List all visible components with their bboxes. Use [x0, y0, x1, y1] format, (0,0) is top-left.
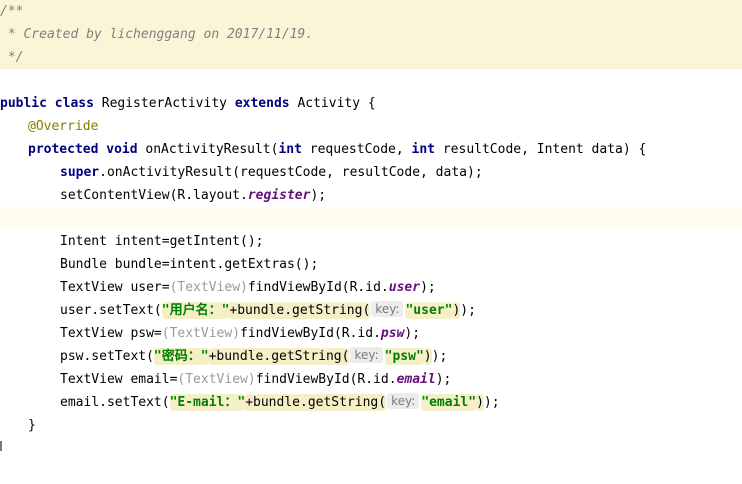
code-token: );	[310, 188, 327, 203]
code-line[interactable]: Bundle bundle=intent.getExtras();	[0, 253, 742, 276]
code-token: Intent intent=getIntent();	[60, 234, 264, 249]
code-line[interactable]: TextView psw=(TextView)findViewById(R.id…	[0, 322, 742, 345]
code-token: findViewById(R.id.	[255, 372, 397, 387]
code-line[interactable]: setContentView(R.layout.register);	[0, 184, 742, 207]
code-line[interactable]: /**	[0, 0, 742, 23]
code-token: email.setText(	[60, 395, 170, 410]
code-line[interactable]: psw.setText("密码："+bundle.getString(key: "…	[0, 345, 742, 368]
code-line[interactable]: * Created by lichenggang on 2017/11/19.	[0, 23, 742, 46]
code-token: TextView psw=	[60, 326, 162, 341]
parameter-hint: key:	[387, 393, 420, 409]
code-token: );	[460, 303, 476, 318]
code-token: }	[28, 418, 36, 433]
code-token: int	[278, 142, 310, 157]
code-token: (TextView)	[177, 372, 256, 387]
code-token: * Created by lichenggang on 2017/11/19.	[0, 27, 314, 42]
code-token: user.setText(	[60, 303, 162, 318]
code-token: /**	[0, 4, 24, 19]
code-token: email	[396, 372, 436, 387]
code-token: )	[476, 394, 484, 411]
code-token: extends	[234, 96, 298, 111]
code-token: TextView email=	[60, 372, 178, 387]
code-line[interactable]: email.setText("E-mail："+bundle.getString…	[0, 391, 742, 414]
code-token: register	[247, 188, 311, 203]
code-token: protected void	[28, 142, 146, 157]
code-token: psw	[380, 326, 405, 341]
code-token: Bundle bundle=intent.getExtras();	[60, 257, 319, 272]
code-token: psw.setText(	[60, 349, 154, 364]
code-line[interactable]: user.setText("用户名："+bundle.getString(key…	[0, 299, 742, 322]
code-token: TextView user=	[60, 280, 170, 295]
code-token: .onActivityResult(requestCode, resultCod…	[99, 165, 483, 180]
code-token: "psw"	[384, 348, 424, 365]
code-token: findViewById(R.id.	[247, 280, 389, 295]
code-token: findViewById(R.id.	[240, 326, 381, 341]
code-token: );	[483, 395, 500, 410]
code-token: (TextView)	[161, 326, 241, 341]
code-token: int	[411, 142, 443, 157]
code-token: "user"	[405, 302, 453, 319]
code-line[interactable]: TextView user=(TextView)findViewById(R.i…	[0, 276, 742, 299]
code-line[interactable]: }	[0, 414, 742, 437]
code-token: requestCode,	[309, 142, 412, 157]
code-line[interactable]: Intent intent=getIntent();	[0, 230, 742, 253]
code-token: Activity {	[297, 96, 376, 111]
code-token: RegisterActivity	[101, 96, 235, 111]
code-line[interactable]	[0, 207, 742, 230]
code-token: @Override	[28, 119, 99, 134]
code-token: );	[435, 372, 452, 387]
code-token: "email"	[421, 394, 477, 411]
code-token: "用户名："	[161, 302, 230, 319]
code-token: resultCode, Intent data) {	[442, 142, 647, 157]
code-token: onActivityResult(	[145, 142, 279, 157]
code-token: );	[431, 349, 448, 364]
code-token: user	[388, 280, 421, 295]
code-token: "E-mail："	[169, 394, 246, 411]
code-token: */	[0, 50, 24, 65]
code-line[interactable]: TextView email=(TextView)findViewById(R.…	[0, 368, 742, 391]
code-line[interactable]: @Override	[0, 115, 742, 138]
code-token: );	[404, 326, 421, 341]
code-token: +bundle.getString(	[208, 348, 350, 365]
code-line[interactable]: super.onActivityResult(requestCode, resu…	[0, 161, 742, 184]
code-token: "密码："	[153, 348, 209, 365]
code-token: setContentView(R.layout.	[60, 188, 248, 203]
code-line[interactable]: protected void onActivityResult(int requ…	[0, 138, 742, 161]
code-token: super	[60, 165, 100, 180]
code-editor[interactable]: /** * Created by lichenggang on 2017/11/…	[0, 0, 742, 484]
parameter-hint: key:	[350, 347, 383, 363]
code-token: (TextView)	[169, 280, 248, 295]
code-line[interactable]: */	[0, 46, 742, 69]
gutter-fold-marker[interactable]	[0, 441, 2, 451]
code-token: public class	[0, 96, 102, 111]
parameter-hint: key:	[371, 301, 404, 317]
code-line[interactable]	[0, 69, 742, 92]
code-token: +bundle.getString(	[229, 302, 371, 319]
code-token: )	[423, 348, 432, 365]
code-line[interactable]: public class RegisterActivity extends Ac…	[0, 92, 742, 115]
code-token: );	[420, 280, 436, 295]
code-token: +bundle.getString(	[245, 394, 387, 411]
